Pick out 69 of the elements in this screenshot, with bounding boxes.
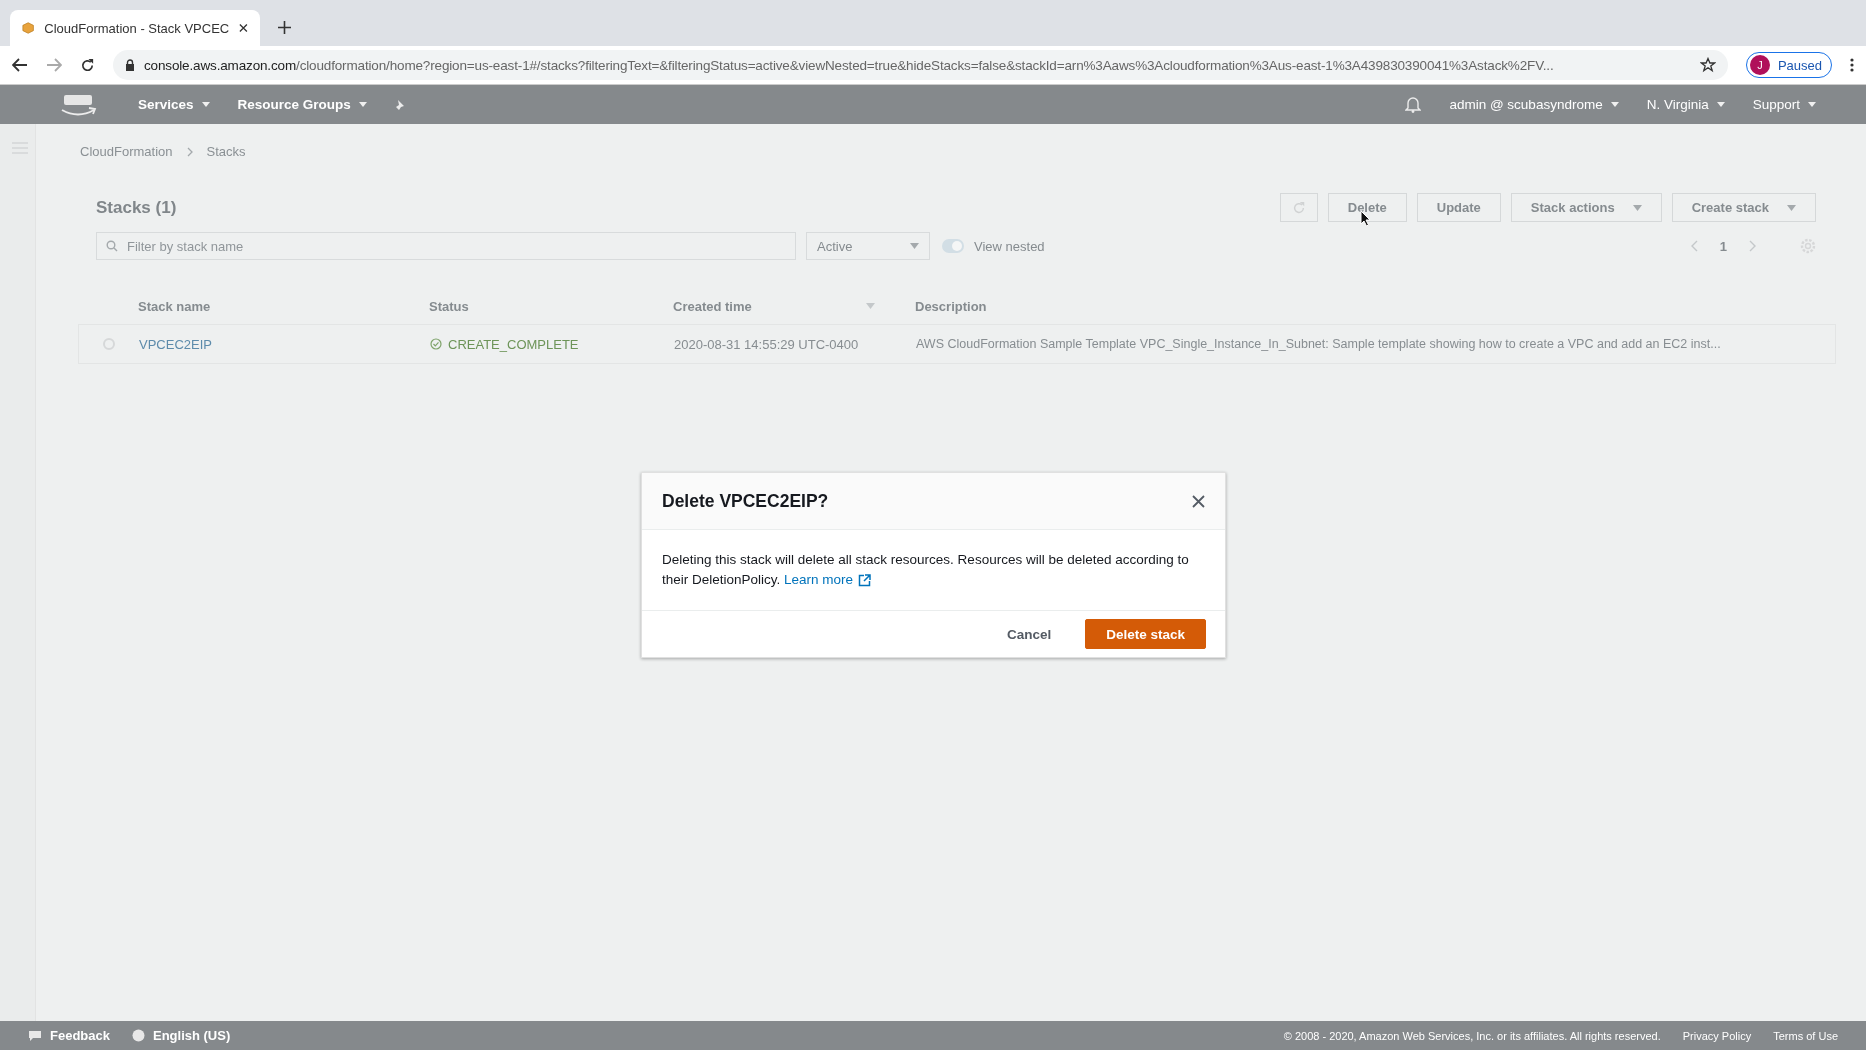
breadcrumb[interactable]: CloudFormation [80,144,173,159]
bell-icon[interactable] [1405,96,1422,113]
refresh-icon [1291,200,1306,215]
footer-link[interactable]: Terms of Use [1773,1029,1838,1042]
toolbar-button[interactable]: Delete [1327,193,1407,222]
pin-icon[interactable] [394,98,407,111]
learn-more-link[interactable]: Learn more [784,570,872,590]
tab-title: CloudFormation - Stack VPCEC [44,20,230,36]
language-selector[interactable]: English (US) [153,1028,231,1043]
radio-button[interactable] [103,338,115,350]
page-number[interactable]: 1 [1719,238,1727,254]
table-cell-text: AWS CloudFormation Sample Template VPC_Single_Instance_In_Subnet: Sample template showing how to create a VPC and add an EC2 inst... [916,337,1722,351]
status-text: CREATE_COMPLETE [448,336,579,352]
caret-icon [1632,204,1642,211]
external-link-icon [858,573,872,587]
cancel-button[interactable]: Cancel [986,619,1072,649]
toolbar-button[interactable]: Create stack [1671,193,1816,222]
toolbar-button[interactable]: Update [1416,193,1501,222]
dialog-message: Deleting this stack will delete all stack resources. Resources will be deleted according to their DeletionPolicy. Learn more [662,550,1205,590]
toggle-switch[interactable] [942,239,964,253]
more-icon[interactable] [1850,58,1854,72]
feedback-link[interactable]: Feedback [50,1028,110,1043]
back-icon[interactable] [12,58,28,72]
nav-menu[interactable]: Resource Groups [237,97,367,112]
caret-icon [358,102,367,107]
table-row[interactable]: VPCEC2EIP CREATE_COMPLETE 2020-08-31 14:55:29 UTC-0400 AWS CloudFormation Sample Template VPC_Single_Instance_In_Subnet: Sample template showing how to create a VPC and add an EC2 inst... [78,324,1836,364]
support-menu[interactable]: Support [1752,97,1816,112]
column-header[interactable]: Stack name [138,298,389,314]
account-menu[interactable]: admin @ scubasyndrome [1449,97,1619,112]
url-text: console.aws.amazon.com/cloudformation/home?region=us-east-1#/stacks?filteringText=&filteringStatus=active&viewNested=true&hideStacks=false&stackId=arn%3Aaws%3Acloudformation%3Aus-east-1%3A439830390041%3Astack%2FV... [144,57,1555,73]
caret-icon [1716,102,1725,107]
close-icon[interactable] [239,23,248,33]
chevron-right-icon [186,146,193,157]
region-menu[interactable]: N. Virginia [1646,97,1725,112]
search-icon [106,240,118,252]
caret-icon [1808,102,1816,107]
column-header[interactable]: Created time [673,298,875,314]
column-header[interactable]: Description [915,298,1776,314]
caret-icon [910,243,919,249]
speech-bubble-icon [28,1029,42,1042]
browser-tab[interactable]: CloudFormation - Stack VPCEC [10,10,260,46]
close-icon[interactable] [1192,494,1205,508]
delete-stack-button[interactable]: Delete stack [1085,619,1206,649]
new-tab-icon[interactable] [278,21,291,34]
toggle-label: View nested [974,238,1045,254]
table-cell-text: 2020-08-31 14:55:29 UTC-0400 [674,336,860,352]
lock-icon [125,59,135,71]
breadcrumb[interactable]: Stacks [206,144,246,159]
copyright-text: © 2008 - 2020, Amazon Web Services, Inc. or its affiliates. All rights reserved. [1283,1029,1661,1042]
mouse-pointer-icon [1360,210,1371,227]
status-dropdown[interactable]: Active [806,232,930,260]
search-field[interactable]: Filter by stack name [96,232,796,260]
forward-icon[interactable] [46,58,62,72]
reload-icon[interactable] [80,57,95,73]
cube-icon [22,21,35,35]
star-icon[interactable] [1699,57,1716,73]
address-bar[interactable] [113,50,1728,80]
panel-title: Stacks (1) [96,197,177,218]
dialog-title: Delete VPCEC2EIP? [662,490,829,512]
footer-link[interactable]: Privacy Policy [1682,1029,1752,1042]
toolbar-button[interactable]: Stack actions [1510,193,1662,222]
caret-icon [1787,204,1796,211]
nav-menu[interactable]: Services [138,97,210,112]
stack-name-link[interactable]: VPCEC2EIP [139,336,430,352]
caret-icon [1610,102,1619,107]
caret-icon [201,102,210,107]
check-circle-icon [430,338,442,350]
column-header[interactable]: Status [429,298,633,314]
avatar: J [1749,55,1770,75]
